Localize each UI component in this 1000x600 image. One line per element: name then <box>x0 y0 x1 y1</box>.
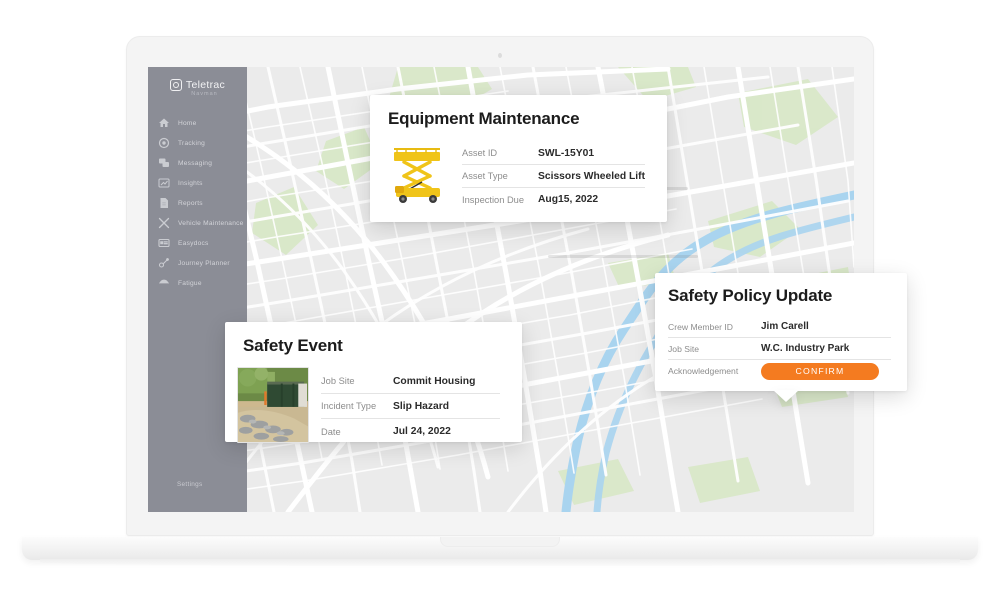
detail-value: Slip Hazard <box>393 400 450 412</box>
sidebar-item-vehicle-maintenance[interactable]: Vehicle Maintenance <box>148 213 247 233</box>
sidebar-item-fatigue[interactable]: Fatigue <box>148 273 247 293</box>
sidebar-label: Journey Planner <box>178 259 230 267</box>
chart-icon <box>158 177 170 189</box>
detail-row: Asset Type Scissors Wheeled Lift <box>462 165 645 188</box>
detail-value: Jul 24, 2022 <box>393 426 451 437</box>
scissor-lift-image <box>388 142 448 204</box>
sidebar-label: Tracking <box>178 139 206 147</box>
safety-event-details-list: Job Site Commit Housing Incident Type Sl… <box>321 367 500 444</box>
document-icon <box>158 197 170 209</box>
sidebar-nav: Home Tracking Messaging Insights Reports… <box>148 113 247 293</box>
equipment-maintenance-card: Equipment Maintenance Asset ID SWL-15Y01… <box>370 95 667 222</box>
card-title: Safety Policy Update <box>668 286 833 305</box>
detail-value: Scissors Wheeled Lift <box>538 170 646 182</box>
acknowledgement-row: Acknowledgement CONFIRM <box>668 360 891 382</box>
detail-key: Asset ID <box>462 148 498 158</box>
teletrac-logo-icon <box>169 79 182 91</box>
sidebar-item-journey-planner[interactable]: Journey Planner <box>148 253 247 273</box>
brand-subname: Navman <box>191 91 218 97</box>
laptop-base <box>22 537 978 560</box>
sidebar-item-easydocs[interactable]: Easydocs <box>148 233 247 253</box>
detail-key: Job Site <box>321 376 355 386</box>
detail-value: W.C. Industry Park <box>761 343 850 354</box>
construction-site-photo <box>237 367 309 443</box>
sidebar-item-home[interactable]: Home <box>148 113 247 133</box>
detail-row: Inspection Due Aug15, 2022 <box>462 188 645 211</box>
brand-logo: Teletrac Navman <box>148 67 247 101</box>
acknowledgement-label: Acknowledgement <box>668 366 739 376</box>
sidebar-label: Vehicle Maintenance <box>178 219 244 227</box>
sidebar-label: Insights <box>178 179 203 187</box>
sidebar-label: Easydocs <box>178 239 209 247</box>
safety-event-card: Safety Event Job Site Commit Housing Inc… <box>225 322 522 444</box>
sidebar-label: Home <box>178 119 197 127</box>
detail-row: Crew Member ID Jim Carell <box>668 316 891 338</box>
confirm-button[interactable]: CONFIRM <box>761 362 879 380</box>
brand-name: Teletrac <box>185 79 226 91</box>
detail-value: SWL-15Y01 <box>538 147 595 159</box>
sidebar-item-insights[interactable]: Insights <box>148 173 247 193</box>
detail-value: Aug15, 2022 <box>538 194 599 205</box>
sidebar-label: Messaging <box>178 159 213 167</box>
route-icon <box>158 257 170 269</box>
detail-key: Asset Type <box>462 171 508 181</box>
sidebar-label: Reports <box>178 199 203 207</box>
sidebar-item-settings[interactable]: Settings <box>148 481 247 488</box>
sidebar-item-tracking[interactable]: Tracking <box>148 133 247 153</box>
card-title: Equipment Maintenance <box>388 109 580 128</box>
safety-policy-update-card: Safety Policy Update Crew Member ID Jim … <box>655 273 907 402</box>
card-title: Safety Event <box>243 336 343 355</box>
detail-key: Incident Type <box>321 401 377 411</box>
detail-row: Job Site W.C. Industry Park <box>668 338 891 360</box>
detail-value: Commit Housing <box>393 375 476 387</box>
detail-row: Date Jul 24, 2022 <box>321 419 500 444</box>
sidebar-item-messaging[interactable]: Messaging <box>148 153 247 173</box>
policy-details-list: Crew Member ID Jim Carell Job Site W.C. … <box>668 316 891 382</box>
target-icon <box>158 137 170 149</box>
detail-value: Jim Carell <box>761 321 809 332</box>
card-icon <box>158 237 170 249</box>
detail-row: Incident Type Slip Hazard <box>321 394 500 419</box>
detail-key: Date <box>321 426 341 437</box>
detail-row: Job Site Commit Housing <box>321 369 500 394</box>
detail-key: Job Site <box>668 343 700 354</box>
callout-pointer <box>773 390 799 402</box>
sidebar-label: Fatigue <box>178 279 202 287</box>
home-icon <box>158 117 170 129</box>
screenshot-stage: Teletrac Navman Home Tracking Messaging … <box>0 0 1000 600</box>
sidebar-item-reports[interactable]: Reports <box>148 193 247 213</box>
laptop-foot <box>40 559 960 566</box>
laptop-camera <box>498 53 502 58</box>
detail-row: Asset ID SWL-15Y01 <box>462 142 645 165</box>
tools-icon <box>158 217 170 229</box>
chat-bubbles-icon <box>158 157 170 169</box>
detail-key: Crew Member ID <box>668 321 733 332</box>
equipment-details-list: Asset ID SWL-15Y01 Asset Type Scissors W… <box>462 142 645 211</box>
detail-key: Inspection Due <box>462 194 525 205</box>
fatigue-icon <box>158 277 170 289</box>
app-sidebar: Teletrac Navman Home Tracking Messaging … <box>148 67 247 512</box>
